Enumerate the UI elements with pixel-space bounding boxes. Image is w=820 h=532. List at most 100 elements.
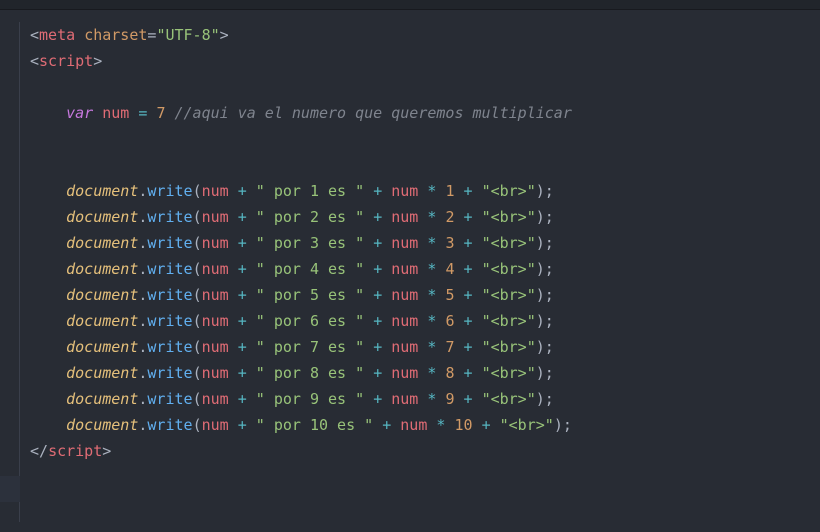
method-write: write [147, 338, 192, 356]
code-line: </script> [30, 442, 111, 460]
operator: + [482, 416, 491, 434]
tab-strip [0, 0, 820, 10]
code-line: document.write(num + " por 5 es " + num … [30, 286, 554, 304]
operator: + [373, 182, 382, 200]
attr-value: "UTF-8" [156, 26, 219, 44]
identifier-document: document [66, 416, 138, 434]
operator: + [373, 364, 382, 382]
method-write: write [147, 312, 192, 330]
string: "<br>" [482, 364, 536, 382]
identifier-document: document [66, 208, 138, 226]
method-write: write [147, 416, 192, 434]
string: "<br>" [482, 286, 536, 304]
method-write: write [147, 260, 192, 278]
string: "<br>" [482, 338, 536, 356]
code-line: document.write(num + " por 4 es " + num … [30, 260, 554, 278]
identifier: num [202, 286, 229, 304]
cursor-line-highlight [0, 476, 20, 502]
method-write: write [147, 286, 192, 304]
operator: + [464, 234, 473, 252]
code-content[interactable]: <meta charset="UTF-8"> <script> var num … [30, 22, 820, 464]
code-line: <script> [30, 52, 102, 70]
identifier: num [202, 182, 229, 200]
operator: + [373, 208, 382, 226]
identifier: num [391, 286, 418, 304]
operator: + [238, 416, 247, 434]
operator: + [464, 286, 473, 304]
keyword-var: var [66, 104, 93, 122]
operator: + [464, 338, 473, 356]
identifier-document: document [66, 234, 138, 252]
code-line: var num = 7 //aqui va el numero que quer… [30, 104, 572, 122]
attr-name: charset [84, 26, 147, 44]
method-write: write [147, 364, 192, 382]
string: " por 6 es " [256, 312, 364, 330]
code-line: document.write(num + " por 1 es " + num … [30, 182, 554, 200]
identifier-document: document [66, 390, 138, 408]
string: "<br>" [482, 182, 536, 200]
operator: + [373, 260, 382, 278]
operator: + [373, 312, 382, 330]
string: " por 3 es " [256, 234, 364, 252]
string: " por 10 es " [256, 416, 373, 434]
identifier-document: document [66, 364, 138, 382]
identifier-document: document [66, 182, 138, 200]
string: "<br>" [482, 390, 536, 408]
tag-name: meta [39, 26, 75, 44]
operator: + [373, 338, 382, 356]
operator: + [464, 312, 473, 330]
string: " por 5 es " [256, 286, 364, 304]
code-line: document.write(num + " por 6 es " + num … [30, 312, 554, 330]
identifier: num [202, 208, 229, 226]
blank-line [30, 78, 39, 96]
string: " por 9 es " [256, 390, 364, 408]
code-line: <meta charset="UTF-8"> [30, 26, 229, 44]
operator: + [238, 312, 247, 330]
comment: //aqui va el numero que queremos multipl… [175, 104, 572, 122]
string: " por 4 es " [256, 260, 364, 278]
identifier: num [202, 338, 229, 356]
identifier: num [102, 104, 129, 122]
code-editor[interactable]: <meta charset="UTF-8"> <script> var num … [0, 10, 820, 464]
string: "<br>" [482, 312, 536, 330]
identifier-document: document [66, 260, 138, 278]
string: "<br>" [482, 234, 536, 252]
blank-line [30, 156, 39, 174]
operator: + [238, 286, 247, 304]
string: " por 2 es " [256, 208, 364, 226]
string: " por 7 es " [256, 338, 364, 356]
identifier-document: document [66, 338, 138, 356]
identifier-document: document [66, 286, 138, 304]
code-line: document.write(num + " por 10 es " + num… [30, 416, 572, 434]
method-write: write [147, 234, 192, 252]
identifier: num [202, 364, 229, 382]
tag-name: script [48, 442, 102, 460]
number: 10 [454, 416, 472, 434]
code-line: document.write(num + " por 8 es " + num … [30, 364, 554, 382]
identifier: num [391, 260, 418, 278]
identifier: num [202, 416, 229, 434]
code-line: document.write(num + " por 7 es " + num … [30, 338, 554, 356]
identifier: num [202, 234, 229, 252]
method-write: write [147, 390, 192, 408]
operator: + [238, 260, 247, 278]
identifier-document: document [66, 312, 138, 330]
operator: + [464, 390, 473, 408]
string: " por 1 es " [256, 182, 364, 200]
identifier: num [391, 364, 418, 382]
identifier: num [202, 390, 229, 408]
string: "<br>" [482, 208, 536, 226]
operator: + [464, 364, 473, 382]
operator: + [382, 416, 391, 434]
string: " por 8 es " [256, 364, 364, 382]
code-line: document.write(num + " por 2 es " + num … [30, 208, 554, 226]
identifier: num [400, 416, 427, 434]
method-write: write [147, 182, 192, 200]
operator: + [238, 364, 247, 382]
gutter [0, 22, 20, 522]
operator: + [238, 234, 247, 252]
operator: + [373, 234, 382, 252]
operator: + [238, 182, 247, 200]
identifier: num [391, 390, 418, 408]
operator: + [373, 390, 382, 408]
